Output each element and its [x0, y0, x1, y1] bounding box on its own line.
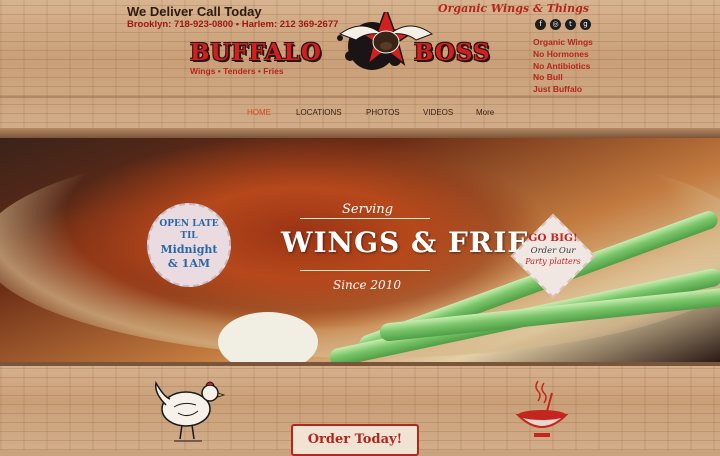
logo-text-left: BUFFALO — [190, 39, 322, 66]
title-rule-top — [300, 218, 430, 219]
facebook-icon[interactable]: f — [535, 19, 546, 30]
badge-line: TIL — [180, 231, 198, 241]
feature-list: Organic Wings No Hormones No Antibiotics… — [533, 37, 593, 96]
plank-divider — [0, 96, 720, 98]
chicken-icon — [154, 380, 226, 442]
badge-line: Midnight — [160, 243, 218, 256]
feature-item: No Bull — [533, 72, 563, 83]
badge-diamond — [510, 213, 596, 299]
nav-locations[interactable]: LOCATIONS — [296, 108, 342, 117]
badge-line: & 1AM — [167, 257, 211, 270]
open-late-badge: OPEN LATE TIL Midnight & 1AM — [147, 203, 231, 287]
badge-line: GO BIG! — [528, 232, 578, 244]
nav-home[interactable]: HOME — [247, 108, 271, 117]
googleplus-icon[interactable]: g — [580, 19, 591, 30]
order-today-button[interactable]: Order Today! — [291, 424, 419, 456]
footer-border — [0, 362, 720, 366]
instagram-icon[interactable]: ◎ — [550, 19, 561, 30]
party-platter-badge[interactable]: GO BIG! Order Our Party platters — [509, 212, 597, 300]
twitter-icon[interactable]: t — [565, 19, 576, 30]
nav-photos[interactable]: PHOTOS — [366, 108, 400, 117]
feature-item: No Antibiotics — [533, 60, 591, 71]
hero-since: Since 2010 — [333, 278, 401, 292]
nav-videos[interactable]: VIDEOS — [423, 108, 453, 117]
badge-line: OPEN LATE — [159, 219, 219, 229]
logo[interactable]: BUFFALO BOSS — [190, 5, 520, 70]
menu-tagline: Wings • Tenders • Fries — [190, 66, 284, 76]
feature-item: Just Buffalo — [533, 84, 583, 95]
feature-item: Organic Wings — [533, 37, 593, 47]
logo-text-right: BOSS — [414, 39, 491, 66]
bowl-icon — [515, 380, 569, 437]
badge-line: Party platters — [525, 257, 581, 266]
feature-item: No Hormones — [533, 48, 589, 59]
hero-serving: Serving — [342, 202, 394, 217]
header-border — [0, 128, 720, 138]
title-rule-bottom — [300, 270, 430, 271]
badge-line: Order Our — [530, 246, 576, 256]
nav-more[interactable]: More — [476, 108, 494, 117]
